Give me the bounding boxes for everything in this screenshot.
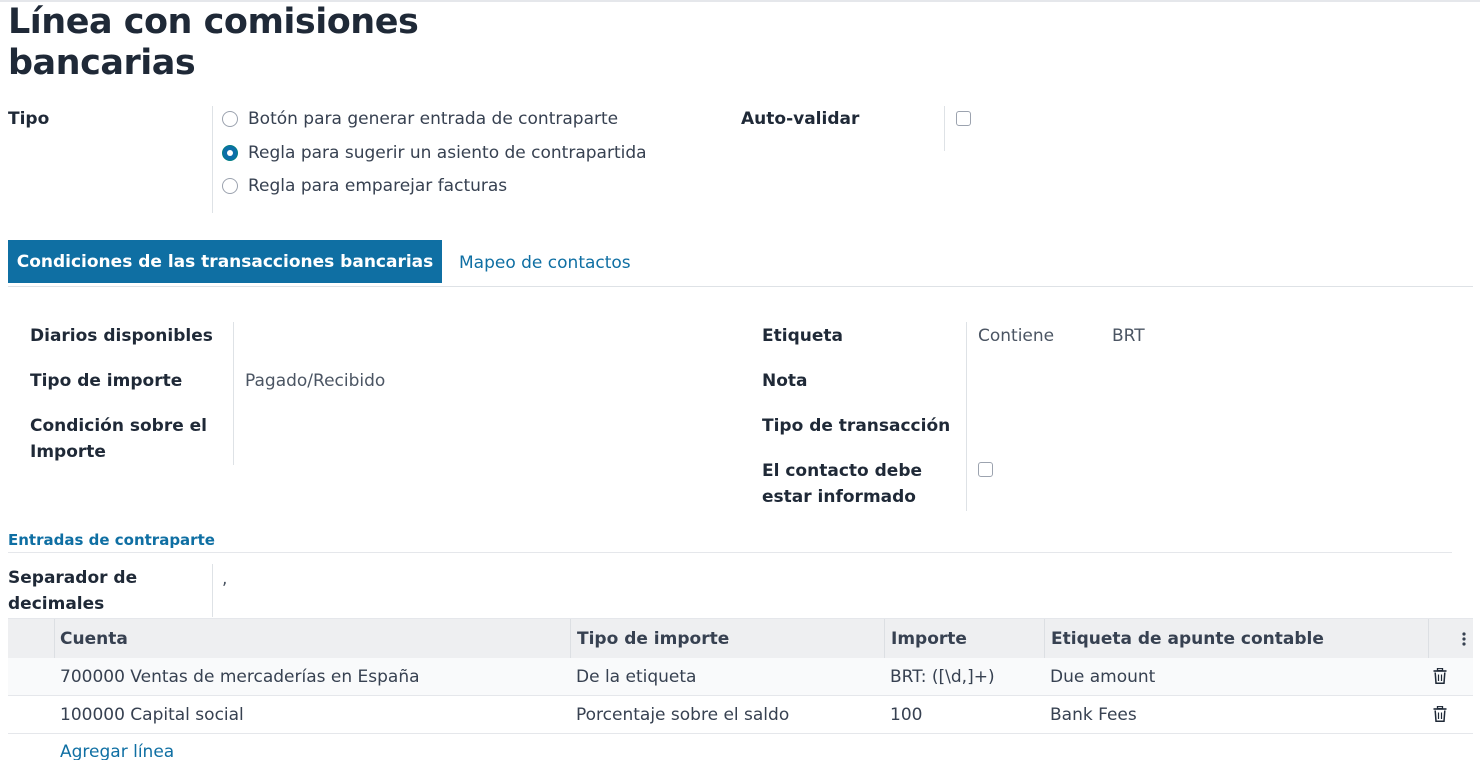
auto-validar-checkbox[interactable] bbox=[956, 111, 971, 126]
radio-option-button[interactable]: Botón para generar entrada de contrapart… bbox=[222, 106, 618, 132]
radio-button-circle-selected[interactable] bbox=[222, 145, 238, 161]
auto-validar-label: Auto-validar bbox=[741, 109, 860, 129]
add-line-link[interactable]: Agregar línea bbox=[60, 740, 174, 760]
cell-importe[interactable]: BRT: ([\d,]+) bbox=[884, 658, 995, 695]
table-row[interactable]: 700000 Ventas de mercaderías en España D… bbox=[8, 658, 1473, 696]
radio-option-match[interactable]: Regla para emparejar facturas bbox=[222, 173, 507, 199]
radio-button-circle[interactable] bbox=[222, 111, 238, 127]
tabs-divider bbox=[8, 286, 1473, 287]
etiqueta-label: Etiqueta bbox=[762, 326, 843, 346]
counterpart-section-title: Entradas de contraparte bbox=[8, 531, 215, 549]
form-view: Línea con comisiones bancarias Tipo Botó… bbox=[0, 0, 1480, 760]
radio-option-label: Regla para sugerir un asiento de contrap… bbox=[248, 143, 647, 163]
condicion-importe-label: Condición sobre el Importe bbox=[30, 416, 208, 462]
tipo-separator bbox=[212, 106, 213, 213]
contacto-informado-checkbox[interactable] bbox=[978, 462, 993, 477]
cell-importe[interactable]: 100 bbox=[884, 696, 922, 733]
counterpart-table: Cuenta Tipo de importe Importe Etiqueta … bbox=[8, 618, 1473, 734]
cell-etiqueta[interactable]: Bank Fees bbox=[1044, 696, 1137, 733]
cell-cuenta[interactable]: 700000 Ventas de mercaderías en España bbox=[54, 658, 420, 695]
auto-validar-separator bbox=[944, 106, 945, 151]
cell-tipo-importe[interactable]: De la etiqueta bbox=[570, 658, 696, 695]
contacto-informado-label: El contacto debe estar informado bbox=[762, 461, 923, 507]
conditions-left-separator bbox=[233, 322, 234, 465]
cell-cuenta[interactable]: 100000 Capital social bbox=[54, 696, 244, 733]
column-header-importe[interactable]: Importe bbox=[885, 619, 967, 659]
nota-label: Nota bbox=[762, 371, 808, 391]
trash-icon[interactable] bbox=[1433, 668, 1447, 684]
conditions-right-separator bbox=[966, 322, 967, 511]
radio-option-label: Botón para generar entrada de contrapart… bbox=[248, 109, 619, 129]
cell-tipo-importe[interactable]: Porcentaje sobre el saldo bbox=[570, 696, 789, 733]
column-divider bbox=[1428, 619, 1429, 659]
tab-conditions[interactable]: Condiciones de las transacciones bancari… bbox=[8, 240, 442, 283]
etiqueta-value[interactable]: BRT bbox=[1112, 323, 1145, 349]
tipo-label: Tipo bbox=[8, 109, 50, 129]
radio-option-suggest[interactable]: Regla para sugerir un asiento de contrap… bbox=[222, 140, 647, 166]
radio-button-circle[interactable] bbox=[222, 178, 238, 194]
tab-contact-mapping[interactable]: Mapeo de contactos bbox=[459, 250, 631, 276]
table-row[interactable]: 100000 Capital social Porcentaje sobre e… bbox=[8, 696, 1473, 734]
kebab-icon[interactable] bbox=[1461, 631, 1467, 647]
separator-label: Separador de decimales bbox=[8, 568, 138, 614]
column-header-etiqueta[interactable]: Etiqueta de apunte contable bbox=[1045, 619, 1324, 659]
cell-etiqueta[interactable]: Due amount bbox=[1044, 658, 1155, 695]
tipo-importe-value[interactable]: Pagado/Recibido bbox=[245, 368, 385, 394]
column-header-cuenta[interactable]: Cuenta bbox=[54, 619, 128, 659]
separator-field-divider bbox=[212, 564, 213, 617]
table-header: Cuenta Tipo de importe Importe Etiqueta … bbox=[8, 618, 1473, 659]
tipo-importe-label: Tipo de importe bbox=[30, 371, 183, 391]
etiqueta-operator[interactable]: Contiene bbox=[978, 323, 1054, 349]
radio-option-label: Regla para emparejar facturas bbox=[248, 176, 508, 196]
diarios-label: Diarios disponibles bbox=[30, 326, 213, 346]
page-title: Línea con comisiones bancarias bbox=[8, 2, 419, 83]
trash-icon[interactable] bbox=[1433, 706, 1447, 722]
section-divider bbox=[8, 552, 1452, 553]
separator-value[interactable]: , bbox=[222, 566, 227, 592]
tipo-transaccion-label: Tipo de transacción bbox=[762, 416, 951, 436]
column-header-tipo-importe[interactable]: Tipo de importe bbox=[571, 619, 729, 659]
